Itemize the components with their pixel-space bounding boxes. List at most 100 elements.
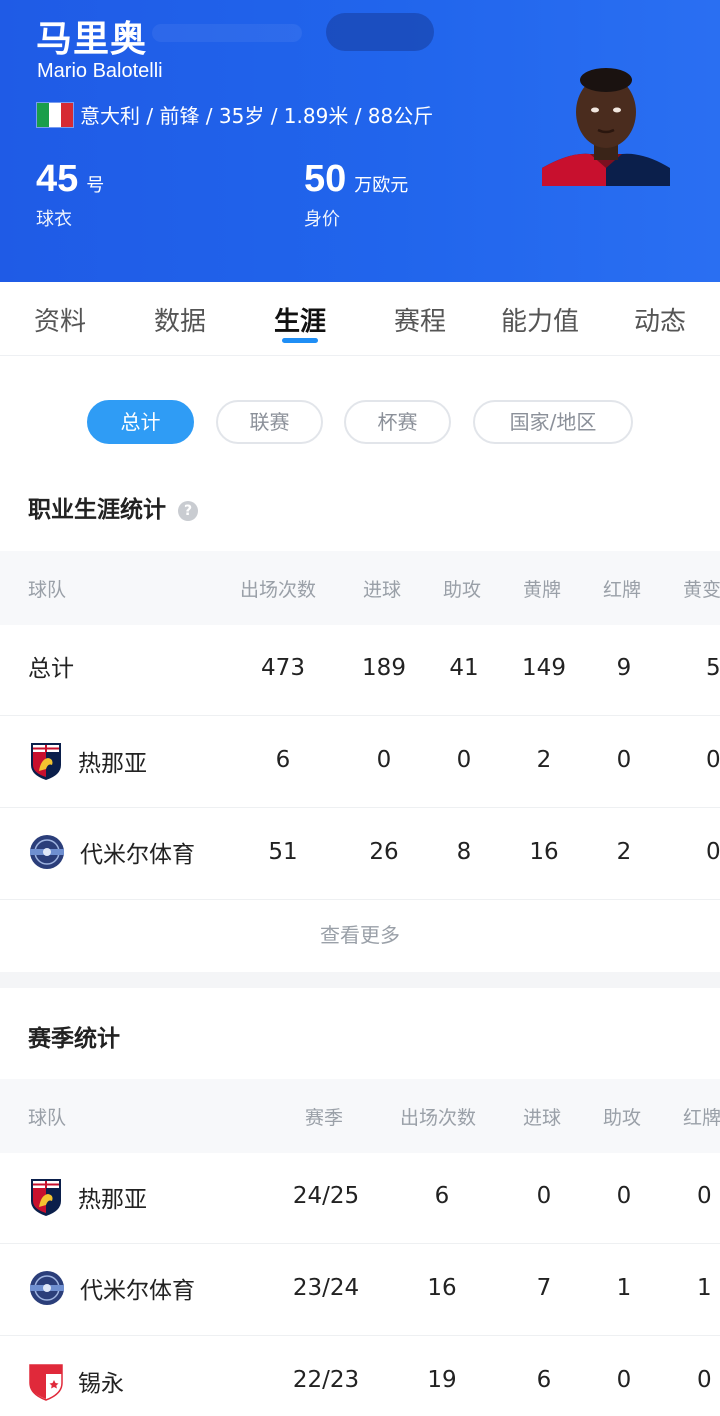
red-cell: 1 [697, 1275, 712, 1301]
tab-profile[interactable]: 资料 [0, 282, 120, 355]
season-title: 赛季统计 [28, 1026, 120, 1052]
th-team: 球队 [28, 1107, 67, 1129]
follow-button[interactable] [326, 13, 434, 51]
apps-cell: 16 [427, 1275, 457, 1301]
tab-career[interactable]: 生涯 [240, 282, 360, 355]
yellow-red-cell: 5 [706, 655, 720, 681]
assists-cell: 41 [449, 655, 479, 681]
filter-national[interactable]: 国家/地区 [473, 400, 633, 444]
tab-stats[interactable]: 数据 [120, 282, 240, 355]
filter-chips: 总计 联赛 杯赛 国家/地区 [0, 400, 720, 444]
th-red: 红牌 [603, 579, 642, 601]
career-title-text: 职业生涯统计 [28, 497, 166, 523]
th-season: 赛季 [305, 1107, 344, 1129]
value-block: 50 万欧元 身价 [304, 158, 408, 231]
th-yellow: 黄牌 [523, 579, 562, 601]
th-apps: 出场次数 [240, 579, 317, 601]
goals-cell: 189 [362, 655, 406, 681]
apps-cell: 19 [427, 1367, 457, 1393]
season-cell: 22/23 [292, 1367, 360, 1393]
assists-cell: 0 [616, 1367, 632, 1393]
jersey-unit: 号 [86, 175, 105, 196]
sion-crest-icon [29, 1364, 63, 1401]
team-cell: 总计 [28, 649, 74, 683]
player-name-cn: 马里奥 [36, 19, 148, 60]
tab-ability[interactable]: 能力值 [480, 282, 600, 355]
name-blurred-area [152, 24, 302, 42]
apps-cell: 6 [434, 1183, 450, 1209]
season-cell: 23/24 [292, 1275, 360, 1301]
th-team: 球队 [28, 579, 67, 601]
goals-cell: 26 [369, 839, 399, 865]
th-assists: 助攻 [443, 579, 482, 601]
table-row[interactable]: 代米尔体育 23/24 16 7 1 1 [0, 1244, 720, 1336]
red-cell: 9 [616, 655, 632, 681]
section-divider [0, 972, 720, 988]
market-value-unit: 万欧元 [354, 175, 409, 196]
assists-cell: 0 [616, 1183, 632, 1209]
table-row[interactable]: 总计 473 189 41 149 9 5 [0, 624, 720, 716]
yellow-cell: 149 [522, 655, 566, 681]
table-row[interactable]: 热那亚 6 0 0 2 0 0 [0, 716, 720, 808]
genoa-crest-icon [31, 1179, 61, 1216]
team-cell: 热那亚 [28, 1177, 147, 1217]
yellow-red-cell: 0 [706, 839, 720, 865]
player-photo [542, 68, 670, 186]
career-title: 职业生涯统计? [28, 490, 198, 524]
team-name: 总计 [28, 656, 74, 682]
team-cell: 锡永 [28, 1361, 124, 1401]
team-cell: 代米尔体育 [28, 1269, 195, 1307]
yellow-red-cell: 0 [706, 747, 720, 773]
team-name: 代米尔体育 [80, 1278, 195, 1304]
jersey-block: 45 号 球衣 [36, 158, 104, 231]
season-table-header: 球队 赛季 出场次数 进球 助攻 红牌 [0, 1079, 720, 1153]
player-name-en: Mario Balotelli [37, 60, 163, 82]
season-cell: 24/25 [292, 1183, 360, 1209]
th-red: 红牌 [683, 1107, 720, 1129]
table-row[interactable]: 锡永 22/23 19 6 0 0 [0, 1336, 720, 1416]
th-apps: 出场次数 [400, 1107, 477, 1129]
team-name: 锡永 [78, 1371, 124, 1397]
goals-cell: 6 [536, 1367, 552, 1393]
team-cell: 代米尔体育 [28, 833, 195, 871]
career-table-header: 球队 出场次数 进球 助攻 黄牌 红牌 黄变 [0, 551, 720, 625]
view-more-link[interactable]: 查看更多 [0, 898, 720, 972]
help-icon[interactable]: ? [178, 501, 198, 521]
player-header: 马里奥 Mario Balotelli 意大利 / 前锋 / 35岁 / 1.8… [0, 0, 720, 282]
red-cell: 0 [697, 1183, 712, 1209]
th-goals: 进球 [363, 579, 402, 601]
goals-cell: 0 [536, 1183, 552, 1209]
italy-flag-icon [36, 101, 74, 128]
apps-cell: 51 [268, 839, 298, 865]
jersey-number: 45 [36, 158, 79, 200]
table-row[interactable]: 热那亚 24/25 6 0 0 0 [0, 1152, 720, 1244]
red-cell: 0 [616, 747, 632, 773]
filter-league[interactable]: 联赛 [216, 400, 323, 444]
apps-cell: 6 [275, 747, 291, 773]
tab-news[interactable]: 动态 [600, 282, 720, 355]
red-cell: 2 [616, 839, 632, 865]
jersey-caption: 球衣 [36, 209, 72, 230]
demirspor-crest-icon [30, 1271, 64, 1305]
assists-cell: 8 [456, 839, 472, 865]
tab-schedule[interactable]: 赛程 [360, 282, 480, 355]
team-cell: 热那亚 [28, 741, 147, 781]
yellow-cell: 2 [536, 747, 552, 773]
assists-cell: 0 [456, 747, 472, 773]
genoa-crest-icon [31, 743, 61, 780]
filter-cup[interactable]: 杯赛 [344, 400, 451, 444]
th-assists: 助攻 [603, 1107, 642, 1129]
market-value-number: 50 [304, 158, 347, 200]
team-name: 代米尔体育 [80, 842, 195, 868]
apps-cell: 473 [261, 655, 305, 681]
goals-cell: 7 [536, 1275, 552, 1301]
market-value-caption: 身价 [304, 209, 340, 230]
filter-total[interactable]: 总计 [87, 400, 194, 444]
team-name: 热那亚 [78, 1187, 147, 1213]
demirspor-crest-icon [30, 835, 64, 869]
table-row[interactable]: 代米尔体育 51 26 8 16 2 0 [0, 808, 720, 900]
player-meta-text: 意大利 / 前锋 / 35岁 / 1.89米 / 88公斤 [80, 104, 434, 128]
yellow-cell: 16 [529, 839, 559, 865]
tab-bar: 资料 数据 生涯 赛程 能力值 动态 [0, 282, 720, 356]
red-cell: 0 [697, 1367, 712, 1393]
